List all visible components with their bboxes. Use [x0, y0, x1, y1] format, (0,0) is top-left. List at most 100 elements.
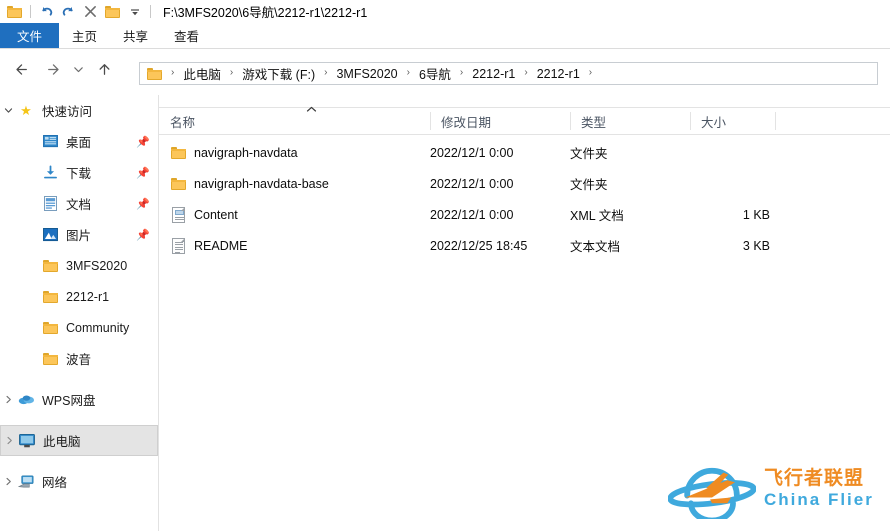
undo-icon[interactable] [37, 2, 56, 21]
sidebar-item-community[interactable]: Community [0, 312, 158, 343]
sidebar-item-3mfs2020[interactable]: 3MFS2020 [0, 250, 158, 281]
file-explorer-window: F:\3MFS2020\6导航\2212-r1\2212-r1 文件 主页 共享… [0, 0, 890, 531]
new-folder-icon[interactable] [103, 2, 122, 21]
sidebar-item-label: 网络 [42, 476, 68, 490]
file-size: 3 KB [742, 238, 770, 253]
table-row[interactable]: navigraph-navdata-base 2022/12/1 0:00 文件… [159, 168, 890, 199]
breadcrumb-separator[interactable]: › [453, 67, 470, 78]
address-bar[interactable]: › 此电脑 › 游戏下载 (F:) › 3MFS2020 › 6导航 › 221… [139, 62, 878, 85]
ribbon-tab-bar: 文件 主页 共享 查看 [0, 23, 890, 48]
redo-icon[interactable] [59, 2, 78, 21]
back-button[interactable] [7, 54, 37, 84]
breadcrumb-separator[interactable]: › [517, 67, 534, 78]
pin-icon[interactable]: 📌 [136, 197, 150, 210]
folder-icon [41, 349, 59, 369]
text-file-icon [170, 237, 186, 254]
tab-home[interactable]: 主页 [59, 23, 110, 48]
quick-access-toolbar [0, 0, 154, 23]
forward-button[interactable] [37, 54, 67, 84]
toolbar-divider [30, 5, 31, 18]
folder-icon [41, 256, 59, 276]
pin-icon[interactable]: 📌 [136, 228, 150, 241]
file-rows: navigraph-navdata 2022/12/1 0:00 文件夹 nav… [159, 137, 890, 261]
tab-file[interactable]: 文件 [0, 23, 60, 48]
folder-icon [170, 176, 186, 192]
chevron-right-icon[interactable] [0, 384, 17, 415]
sort-ascending-icon [306, 106, 317, 116]
breadcrumb-separator[interactable]: › [582, 67, 599, 78]
sidebar-item-downloads[interactable]: 下载 📌 [0, 157, 158, 188]
folder-icon [170, 145, 186, 161]
column-header-name[interactable]: 名称 [159, 106, 430, 134]
breadcrumb-item-this-pc[interactable]: 此电脑 [181, 64, 223, 83]
address-folder-icon [147, 67, 162, 80]
sidebar-item-2212-r1[interactable]: 2212-r1 [0, 281, 158, 312]
china-flier-logo [667, 455, 757, 523]
table-row[interactable]: README 2022/12/25 18:45 文本文档 3 KB [159, 230, 890, 261]
breadcrumb-item-2212r1-outer[interactable]: 2212-r1 [470, 67, 517, 81]
file-name: navigraph-navdata-base [194, 176, 329, 191]
sidebar-item-label: 波音 [66, 353, 92, 367]
file-date: 2022/12/1 0:00 [430, 176, 514, 191]
cloud-icon [17, 390, 35, 410]
column-header-type[interactable]: 类型 [570, 108, 690, 134]
breadcrumb-separator[interactable]: › [317, 67, 334, 78]
file-name: navigraph-navdata [194, 145, 298, 160]
file-type: 文件夹 [570, 178, 608, 192]
title-bar: F:\3MFS2020\6导航\2212-r1\2212-r1 [0, 0, 890, 23]
breadcrumb-item-3mfs2020[interactable]: 3MFS2020 [334, 67, 399, 81]
column-header-date-modified[interactable]: 修改日期 [430, 108, 570, 134]
breadcrumb-separator[interactable]: › [400, 67, 417, 78]
breadcrumb-item-2212r1-inner[interactable]: 2212-r1 [535, 67, 582, 81]
column-divider[interactable] [775, 112, 776, 130]
sidebar-item-wps-cloud[interactable]: WPS网盘 [0, 384, 158, 415]
breadcrumb-item-navdata[interactable]: 6导航 [417, 64, 453, 83]
breadcrumb-separator[interactable]: › [223, 67, 240, 78]
pictures-icon [41, 225, 59, 245]
sidebar-item-network[interactable]: 网络 [0, 466, 158, 497]
pin-icon[interactable]: 📌 [136, 166, 150, 179]
column-header-row: 名称 修改日期 类型 大小 [159, 106, 890, 135]
chevron-right-icon[interactable] [1, 425, 18, 456]
watermark-english-text: China Flier [764, 489, 874, 509]
tab-share[interactable]: 共享 [110, 23, 161, 48]
navigation-pane: ★ 快速访问 桌面 📌 下载 📌 文档 📌 图片 📌 3MFS2020 2212… [0, 95, 158, 531]
file-size: 1 KB [742, 207, 770, 222]
computer-icon [18, 431, 36, 451]
column-header-size[interactable]: 大小 [690, 108, 775, 134]
folder-icon [41, 318, 59, 338]
chevron-down-icon[interactable] [0, 95, 17, 126]
sidebar-item-label: 此电脑 [43, 435, 81, 449]
sidebar-item-documents[interactable]: 文档 📌 [0, 188, 158, 219]
tab-view[interactable]: 查看 [161, 23, 212, 48]
sidebar-item-quick-access[interactable]: ★ 快速访问 [0, 95, 158, 126]
downloads-icon [41, 163, 59, 183]
sidebar-item-label: 2212-r1 [66, 289, 110, 304]
delete-icon[interactable] [81, 2, 100, 21]
breadcrumb-separator: › [171, 66, 175, 78]
folder-icon [41, 287, 59, 307]
folder-icon[interactable] [5, 2, 24, 21]
sidebar-item-boeing[interactable]: 波音 [0, 343, 158, 374]
file-date: 2022/12/25 18:45 [430, 238, 528, 253]
pin-icon[interactable]: 📌 [136, 135, 150, 148]
recent-locations-button[interactable] [67, 54, 89, 84]
window-title-path: F:\3MFS2020\6导航\2212-r1\2212-r1 [163, 6, 368, 20]
sidebar-item-this-pc[interactable]: 此电脑 [0, 425, 158, 456]
star-icon: ★ [20, 103, 32, 118]
chevron-right-icon[interactable] [0, 466, 17, 497]
sidebar-item-label: Community [66, 320, 130, 335]
sidebar-item-desktop[interactable]: 桌面 📌 [0, 126, 158, 157]
sidebar-item-label: WPS网盘 [42, 394, 96, 408]
xml-file-icon [170, 206, 186, 223]
sidebar-item-label: 3MFS2020 [66, 258, 128, 273]
breadcrumb-item-drive[interactable]: 游戏下载 (F:) [240, 64, 317, 83]
table-row[interactable]: navigraph-navdata 2022/12/1 0:00 文件夹 [159, 137, 890, 168]
table-row[interactable]: Content 2022/12/1 0:00 XML 文档 1 KB [159, 199, 890, 230]
up-button[interactable] [89, 54, 119, 84]
sidebar-item-label: 快速访问 [42, 105, 93, 119]
file-date: 2022/12/1 0:00 [430, 207, 514, 222]
chevron-down-icon[interactable] [125, 2, 144, 21]
sidebar-item-pictures[interactable]: 图片 📌 [0, 219, 158, 250]
file-name: README [194, 238, 248, 253]
